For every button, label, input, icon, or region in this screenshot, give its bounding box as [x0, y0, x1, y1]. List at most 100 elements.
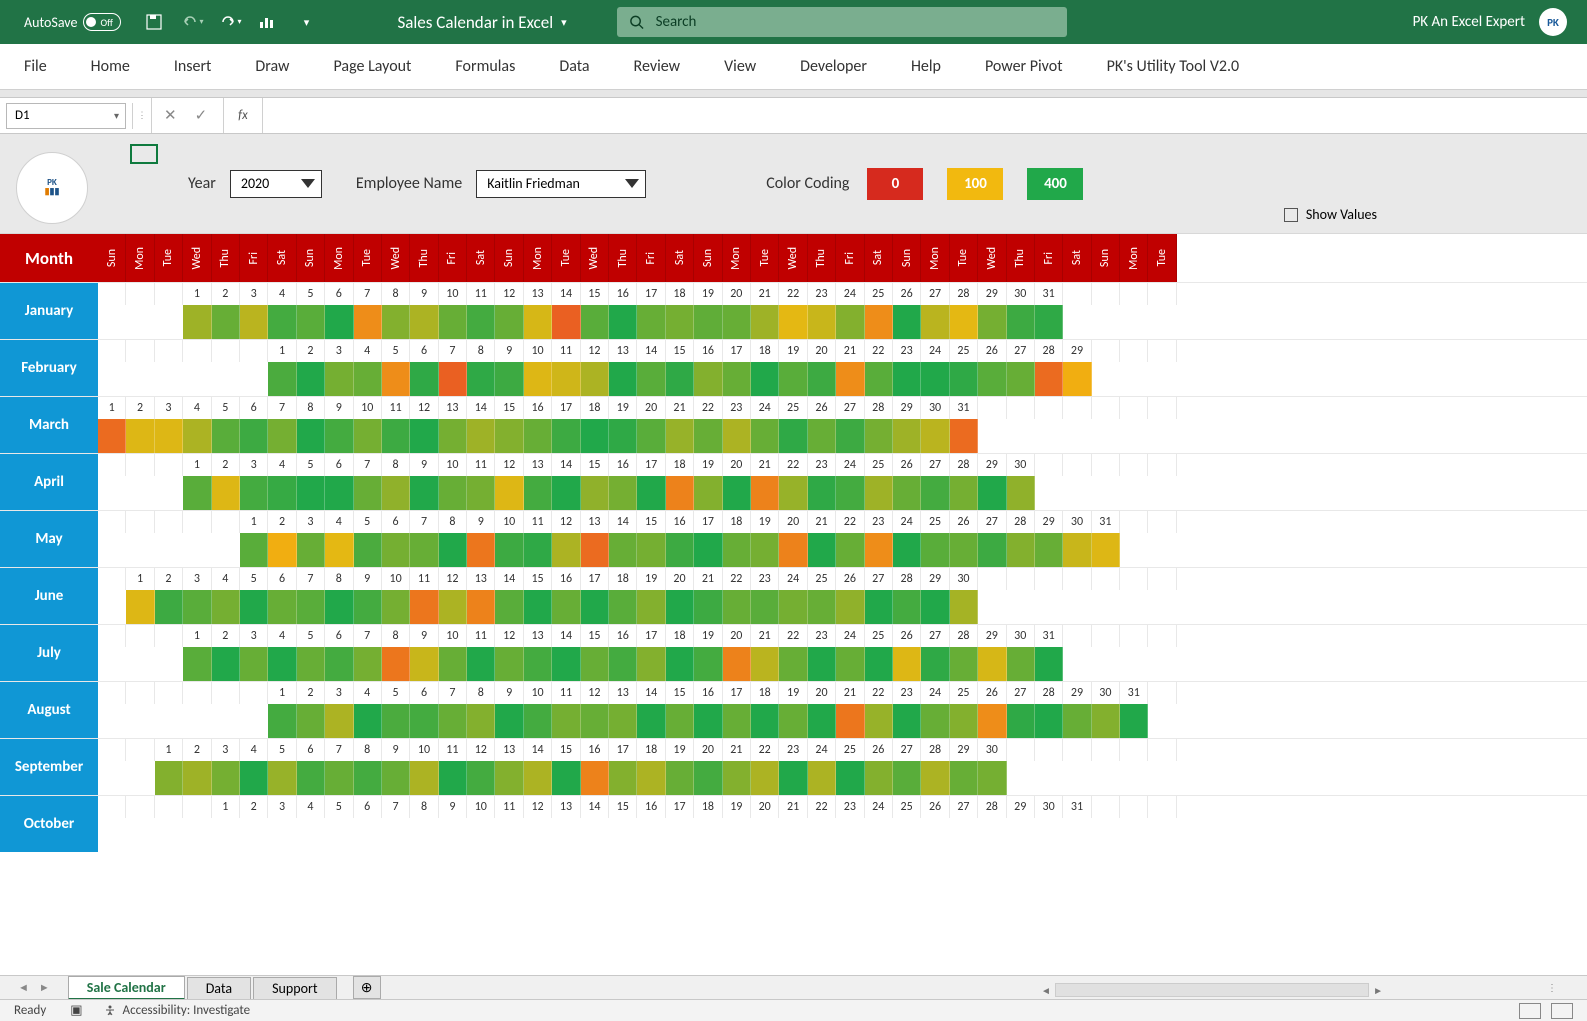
- heat-cell: [808, 305, 836, 339]
- new-sheet-button[interactable]: ⊕: [353, 976, 381, 999]
- heat-cell: [183, 590, 211, 624]
- employee-dropdown[interactable]: Kaitlin Friedman: [476, 170, 646, 198]
- date-cell: 29: [978, 625, 1006, 647]
- undo-icon[interactable]: ▾: [181, 11, 203, 33]
- date-cell: 20: [751, 796, 779, 818]
- heat-cell: [495, 533, 523, 567]
- sheet-tab-data[interactable]: Data: [187, 977, 251, 999]
- date-cell: 1: [183, 283, 211, 305]
- enter-icon[interactable]: ✓: [195, 106, 208, 125]
- autosave-toggle[interactable]: Off: [83, 13, 121, 31]
- view-controls: [1519, 1003, 1573, 1019]
- horizontal-scrollbar[interactable]: ◄ ►: [1037, 981, 1387, 999]
- date-cell: [1148, 568, 1176, 590]
- tab-formulas[interactable]: Formulas: [433, 44, 537, 89]
- date-cell: 24: [836, 454, 864, 476]
- date-cell: 1: [183, 625, 211, 647]
- fx-label[interactable]: fx: [223, 98, 262, 133]
- sheet-tab-active[interactable]: Sale Calendar: [68, 976, 185, 1000]
- tab-data[interactable]: Data: [537, 44, 611, 89]
- date-cell: 27: [893, 739, 921, 761]
- dow-header: Thu: [410, 234, 438, 282]
- expand-namebox-icon[interactable]: ⋮: [133, 110, 151, 121]
- date-cell: 1: [268, 340, 296, 362]
- formula-input[interactable]: [262, 98, 1587, 133]
- heat-cell: [410, 305, 438, 339]
- date-cell: 4: [268, 454, 296, 476]
- date-cell: 2: [212, 283, 240, 305]
- tab-draw[interactable]: Draw: [233, 44, 311, 89]
- date-cell: 6: [297, 739, 325, 761]
- employee-value: Kaitlin Friedman: [487, 175, 580, 192]
- heat-cell: [467, 704, 495, 738]
- date-cell: 12: [495, 283, 523, 305]
- date-cell: 18: [609, 568, 637, 590]
- date-cell: 17: [723, 682, 751, 704]
- heat-cell: [1035, 590, 1063, 624]
- heat-cell: [1007, 476, 1035, 510]
- date-cell: 6: [240, 397, 268, 419]
- sheet-tab-support[interactable]: Support: [253, 977, 336, 999]
- tab-home[interactable]: Home: [69, 44, 152, 89]
- name-box[interactable]: D1: [6, 103, 126, 129]
- heat-cell: [723, 476, 751, 510]
- heat-cell: [978, 590, 1006, 624]
- doc-title[interactable]: Sales Calendar in Excel ▾: [397, 12, 566, 33]
- tab-review[interactable]: Review: [612, 44, 703, 89]
- heat-cell: [865, 647, 893, 681]
- date-cell: 5: [212, 397, 240, 419]
- heat-cell: [1035, 647, 1063, 681]
- date-cell: 16: [581, 739, 609, 761]
- heat-cell: [212, 533, 240, 567]
- normal-view-icon[interactable]: [1519, 1003, 1541, 1019]
- tab-options-icon[interactable]: ⋮: [1547, 981, 1557, 994]
- heat-cell: [439, 704, 467, 738]
- macros-icon[interactable]: ▣: [70, 1003, 82, 1018]
- tab-help[interactable]: Help: [889, 44, 963, 89]
- save-icon[interactable]: [143, 11, 165, 33]
- date-cell: [1035, 454, 1063, 476]
- date-cell: 22: [865, 340, 893, 362]
- date-cell: 4: [212, 568, 240, 590]
- sheet-nav-arrows[interactable]: ◄►: [0, 981, 68, 994]
- page-layout-view-icon[interactable]: [1551, 1003, 1573, 1019]
- year-dropdown[interactable]: 2020: [230, 170, 322, 198]
- search-box[interactable]: [617, 7, 1067, 37]
- date-cell: 28: [950, 454, 978, 476]
- tab-view[interactable]: View: [702, 44, 778, 89]
- heat-cell: [126, 704, 154, 738]
- date-cell: 14: [552, 454, 580, 476]
- redo-icon[interactable]: ▾: [219, 11, 241, 33]
- accessibility-status[interactable]: Accessibility: Investigate: [103, 1003, 251, 1018]
- heat-cell: [1063, 305, 1091, 339]
- date-cell: 13: [495, 739, 523, 761]
- date-cell: [155, 454, 183, 476]
- show-values-checkbox[interactable]: [1284, 208, 1298, 222]
- dow-header: Fri: [637, 234, 665, 282]
- date-cell: 29: [1035, 511, 1063, 533]
- date-cell: 2: [268, 511, 296, 533]
- tab-page-layout[interactable]: Page Layout: [312, 44, 434, 89]
- tab-developer[interactable]: Developer: [778, 44, 889, 89]
- heat-cell: [808, 647, 836, 681]
- tab-pk-s-utility-tool-v2-0[interactable]: PK's Utility Tool V2.0: [1085, 44, 1262, 89]
- date-cell: 23: [808, 454, 836, 476]
- date-cell: 28: [865, 397, 893, 419]
- dow-header: Tue: [552, 234, 580, 282]
- date-cell: 16: [609, 454, 637, 476]
- heat-cell: [155, 704, 183, 738]
- customize-qat-icon[interactable]: ▾: [295, 11, 317, 33]
- date-cell: 5: [240, 568, 268, 590]
- heat-cell: [609, 761, 637, 795]
- avatar[interactable]: PK: [1539, 8, 1567, 36]
- heat-cell: [666, 476, 694, 510]
- date-cell: 30: [1092, 682, 1120, 704]
- date-cell: [126, 340, 154, 362]
- tab-power-pivot[interactable]: Power Pivot: [963, 44, 1085, 89]
- tab-insert[interactable]: Insert: [152, 44, 234, 89]
- tab-file[interactable]: File: [2, 44, 69, 89]
- date-cell: 11: [467, 454, 495, 476]
- cancel-icon[interactable]: ✕: [164, 106, 177, 125]
- chart-icon[interactable]: [257, 11, 279, 33]
- search-input[interactable]: [656, 13, 1055, 31]
